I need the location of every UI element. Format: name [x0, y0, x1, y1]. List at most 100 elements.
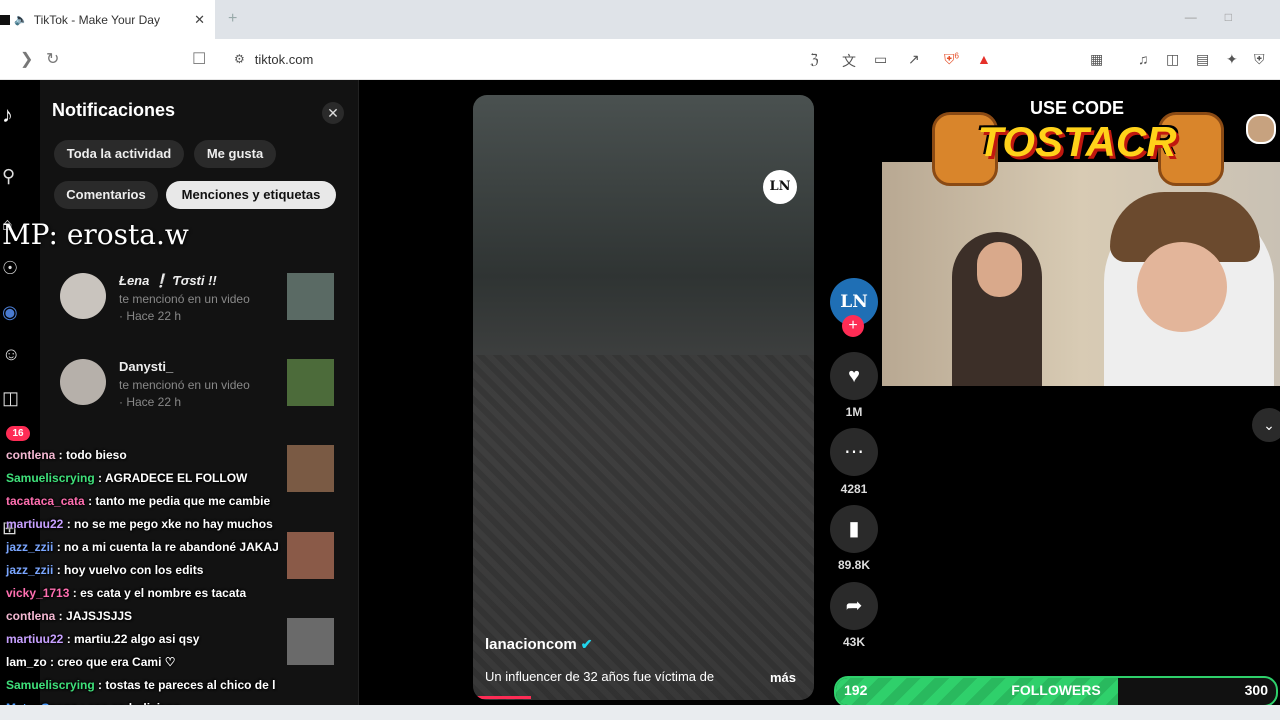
webcam-face — [977, 242, 1022, 297]
video-thumbnail[interactable] — [287, 445, 334, 492]
notifications-title: Notificaciones — [52, 100, 176, 120]
profile-avatar-icon[interactable]: ◉ — [2, 302, 18, 323]
chip-comments[interactable]: Comentarios — [54, 181, 158, 209]
notification-time: · Hace 22 h — [119, 395, 182, 409]
chat-user: lam_zo — [6, 655, 47, 669]
share-icon[interactable]: ↗ — [908, 51, 920, 68]
video-thumbnail[interactable] — [287, 273, 334, 320]
video-caption: Un influencer de 32 años fue víctima de — [485, 669, 715, 684]
avatar[interactable] — [60, 359, 106, 405]
video-progress-bar[interactable] — [473, 696, 531, 699]
comment-count: 4281 — [840, 482, 868, 496]
shield-count: 6 — [954, 51, 959, 61]
chat-user: jazz_zzii — [6, 563, 54, 577]
explore-icon[interactable]: ☉ — [2, 258, 18, 279]
chip-likes[interactable]: Me gusta — [194, 140, 276, 168]
chat-message: no se me pego xke no hay muchos — [74, 517, 273, 531]
chat-line: jazz_zzii : no a mi cuenta la re abandon… — [6, 540, 279, 554]
chat-line: Samueliscrying : tostas te pareces al ch… — [6, 678, 276, 692]
browser-tab[interactable]: 🔈 TikTok - Make Your Day ✕ — [0, 0, 215, 39]
scroll-down-button[interactable]: ⌄ — [1252, 408, 1280, 442]
close-notifications-button[interactable]: ✕ — [322, 102, 344, 124]
chat-line: jazz_zzii : hoy vuelvo con los edits — [6, 563, 204, 577]
chat-message: todo bieso — [66, 448, 127, 462]
chat-line: lam_zo : creo que era Cami ♡ — [6, 655, 176, 669]
chat-line: martiuu22 : martiu.22 algo asi qsy — [6, 632, 200, 646]
chat-line: martiuu22 : no se me pego xke no hay muc… — [6, 517, 273, 531]
leo-ai-icon[interactable]: ✦ — [1226, 51, 1238, 68]
video-thumbnail[interactable] — [287, 359, 334, 406]
reload-icon[interactable]: ↻ — [46, 49, 59, 69]
notification-user[interactable]: Danysti_ — [119, 359, 173, 374]
cast-icon[interactable]: ▭ — [874, 51, 887, 68]
address-bar: ❯ ↻ ☐ ⚙ tiktok.com ℨ 文 ▭ ↗ ⛨6 ▲ ▦ ♫ ◫ ▤ … — [0, 39, 1280, 80]
video-thumbnail[interactable] — [287, 532, 334, 579]
like-count: 1M — [845, 405, 863, 419]
brave-shield-icon[interactable]: ⛨6 — [944, 51, 959, 68]
promo-use-code: USE CODE — [1029, 98, 1125, 118]
chat-line: Samueliscrying : AGRADECE EL FOLLOW — [6, 471, 248, 485]
video-player[interactable]: LN lanacioncom ✔ Un influencer de 32 años… — [473, 95, 814, 700]
chat-user: Samueliscrying — [6, 471, 95, 485]
save-count: 89.8K — [837, 558, 871, 572]
media-icon[interactable]: ♫ — [1138, 51, 1149, 67]
translate-icon[interactable]: 文 — [842, 51, 856, 71]
verified-icon: ✔ — [580, 636, 593, 652]
speaker-icon[interactable]: 🔈 — [14, 13, 28, 26]
chip-all-activity[interactable]: Toda la actividad — [54, 140, 184, 168]
share-button[interactable]: ➦ — [830, 582, 878, 630]
chat-message: creo que era Cami ♡ — [57, 655, 176, 669]
notification-time: · Hace 22 h — [119, 309, 182, 323]
user-profile-avatar[interactable] — [1246, 114, 1276, 144]
chat-user: martiuu22 — [6, 632, 64, 646]
chat-message: martiu.22 algo asi qsy — [74, 632, 200, 646]
search-icon[interactable]: ⚲ — [2, 166, 15, 187]
tiktok-logo-icon[interactable]: ♪ — [2, 102, 13, 128]
like-button[interactable]: ♥ — [830, 352, 878, 400]
chat-line: contlena : JAJSJSJJS — [6, 609, 133, 623]
chat-user: martiuu22 — [6, 517, 64, 531]
followers-goal: 300 — [1244, 682, 1268, 698]
wallet-icon[interactable]: ▤ — [1196, 51, 1209, 68]
notification-text: te mencionó en un video · Hace 22 h — [119, 377, 250, 411]
notification-item[interactable]: Łena ❕ Ƭσsti !! te mencionó en un video … — [60, 273, 350, 343]
bookmark-icon[interactable]: ☐ — [192, 49, 206, 69]
notification-action: te mencionó en un video — [119, 378, 250, 392]
video-author[interactable]: lanacioncom ✔ — [485, 636, 592, 653]
chat-user: contlena — [6, 609, 56, 623]
close-tab-icon[interactable]: ✕ — [194, 12, 205, 28]
comment-button[interactable]: ⋯ — [830, 428, 878, 476]
follow-plus-icon[interactable]: + — [842, 315, 864, 337]
chat-user: jazz_zzii — [6, 540, 54, 554]
chat-user: vicky_1713 — [6, 586, 70, 600]
chat-message: tanto me pedia que me cambie — [95, 494, 271, 508]
live-icon[interactable]: ◫ — [2, 388, 19, 409]
caption-more-link[interactable]: más — [770, 670, 796, 685]
chat-user: contlena — [6, 448, 56, 462]
video-author-name[interactable]: lanacioncom — [485, 636, 577, 653]
sidebar-icon[interactable]: ◫ — [1166, 51, 1179, 68]
chat-user: tacataca_cata — [6, 494, 85, 508]
chat-message: tostas te pareces al chico de l — [105, 678, 276, 692]
share-count: 43K — [842, 635, 865, 649]
forward-icon[interactable]: ❯ — [20, 49, 33, 69]
new-tab-button[interactable]: + — [228, 10, 237, 28]
followers-goal-bar: 192 FOLLOWERS 300 — [834, 676, 1278, 707]
chip-mentions[interactable]: Menciones y etiquetas — [166, 181, 336, 209]
followers-label: FOLLOWERS — [1011, 682, 1101, 698]
notification-text: te mencionó en un video · Hace 22 h — [119, 291, 250, 325]
video-thumbnail[interactable] — [287, 618, 334, 665]
site-settings-icon[interactable]: ⚙ — [234, 52, 245, 66]
brave-rewards-icon[interactable]: ▲ — [977, 51, 991, 67]
notification-user[interactable]: Łena ❕ Ƭσsti !! — [119, 273, 217, 289]
window-controls[interactable]: —□ — [1185, 10, 1260, 24]
extensions-icon[interactable]: ▦ — [1090, 51, 1103, 68]
chat-line: tacataca_cata : tanto me pedia que me ca… — [6, 494, 271, 508]
save-button[interactable]: ▮ — [830, 505, 878, 553]
vpn-icon[interactable]: ⛨ — [1254, 51, 1265, 68]
friends-icon[interactable]: ☺ — [2, 344, 20, 365]
avatar[interactable] — [60, 273, 106, 319]
chat-line: vicky_1713 : es cata y el nombre es taca… — [6, 586, 247, 600]
notification-item[interactable]: Danysti_ te mencionó en un video · Hace … — [60, 359, 350, 429]
reader-mode-icon[interactable]: ℨ — [810, 51, 819, 68]
